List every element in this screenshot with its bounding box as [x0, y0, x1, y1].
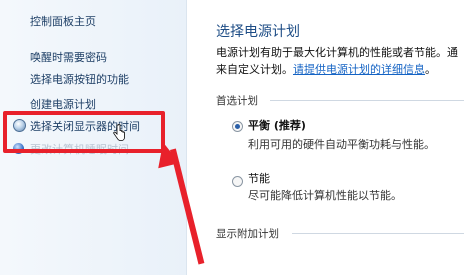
power-saver-radio[interactable]	[232, 176, 243, 187]
balanced-radio[interactable]	[232, 121, 243, 132]
plan-details-link[interactable]: 请提供电源计划的详细信息	[293, 63, 425, 76]
show-additional-plans-label[interactable]: 显示附加计划	[216, 226, 279, 241]
sidebar-item-require-password[interactable]: 唤醒时需要密码	[30, 49, 107, 65]
balanced-plan-description: 利用可用的硬件自动平衡功耗与性能。	[248, 138, 435, 151]
section-divider	[270, 100, 464, 101]
sidebar-home-link[interactable]: 控制面板主页	[30, 13, 96, 29]
balanced-plan-name[interactable]: 平衡 (推荐)	[248, 117, 306, 133]
page-title: 选择电源计划	[216, 24, 300, 40]
preferred-plans-label: 首选计划	[216, 95, 258, 107]
hand-cursor-icon	[113, 124, 125, 141]
power-saver-plan-description: 尽可能降低计算机性能以节能。	[248, 189, 402, 202]
power-saver-plan-name[interactable]: 节能	[248, 170, 270, 186]
sidebar-item-create-plan[interactable]: 创建电源计划	[30, 96, 96, 112]
section-divider	[292, 233, 464, 234]
page-description: 电源计划有助于最大化计算机的性能或者节能。通 来自定义计划。请提供电源计划的详细…	[216, 46, 458, 76]
annotation-highlight-box	[3, 111, 165, 153]
sidebar-item-power-buttons[interactable]: 选择电源按钮的功能	[30, 71, 129, 87]
